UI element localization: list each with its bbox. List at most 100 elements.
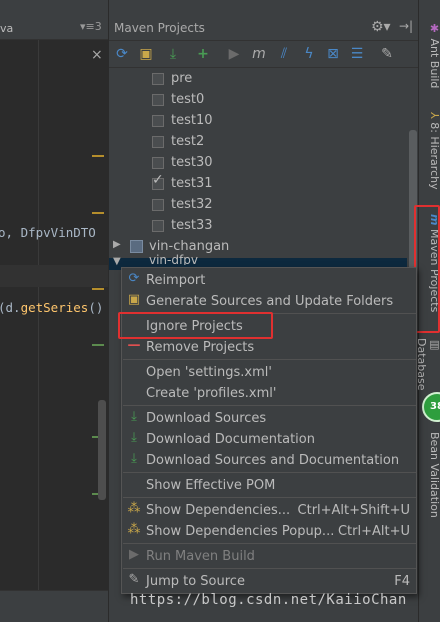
maven-icon[interactable]: m — [249, 44, 269, 64]
profile-item[interactable]: test10 — [109, 111, 407, 132]
menu-item-label: Download Sources and Documentation — [146, 453, 400, 468]
menu-item-jump-to-source[interactable]: ✎ Jump to Source F4 — [122, 571, 416, 592]
collapse-arrow-icon[interactable]: ▼ — [113, 256, 121, 267]
menu-item-label: Show Dependencies Popup... — [146, 524, 335, 539]
checkbox[interactable] — [152, 94, 164, 106]
menu-item-remove-projects[interactable]: — Remove Projects — [122, 337, 416, 358]
menu-item-show-dependencies[interactable]: ⁂ Show Dependencies... Ctrl+Alt+Shift+U — [122, 500, 416, 521]
plus-icon[interactable]: + — [193, 44, 213, 64]
panel-header: Maven Projects ⚙▾ →| — [109, 15, 419, 41]
current-line-highlight — [0, 265, 108, 287]
profile-item[interactable]: ✓ test31 — [109, 172, 407, 195]
jump-icon: ✎ — [128, 572, 140, 587]
menu-item-open-settings[interactable]: Open 'settings.xml' — [122, 362, 416, 383]
ide-window: va ▾≡3 × o, DfpvVinDTO (d.getSeries() Ma… — [0, 0, 440, 622]
expand-arrow-icon[interactable]: ▶ — [113, 239, 121, 250]
checkbox[interactable] — [152, 220, 164, 232]
download-icon: ⤓ — [131, 451, 137, 466]
menu-item-label: Jump to Source — [146, 574, 245, 589]
menu-item-shortcut: Ctrl+Alt+Shift+U — [297, 503, 410, 518]
checkbox[interactable] — [152, 115, 164, 127]
ant-icon: ✱ — [428, 22, 440, 35]
download-icon: ⤓ — [131, 430, 137, 445]
menu-item-create-profiles[interactable]: Create 'profiles.xml' — [122, 383, 416, 404]
refresh-icon[interactable]: ⟳ — [112, 44, 132, 64]
checkbox[interactable] — [152, 157, 164, 169]
change-marker[interactable] — [92, 344, 104, 346]
download-icon[interactable]: ⤓ — [163, 44, 183, 64]
collapse-icon[interactable]: ☰ — [347, 44, 367, 64]
highlight-box — [118, 312, 273, 339]
run-icon[interactable]: ▶ — [224, 44, 244, 64]
warning-marker[interactable] — [92, 288, 104, 290]
method-call: getSeries — [20, 300, 89, 315]
code-line[interactable]: (d.getSeries() — [0, 300, 103, 315]
reimport-icon: ⟳ — [128, 271, 140, 286]
menu-separator — [123, 568, 416, 569]
hide-panel-icon[interactable]: →| — [399, 19, 413, 33]
tab-ant-build[interactable]: ✱ Ant Build — [419, 22, 440, 92]
warning-marker[interactable] — [92, 155, 104, 157]
settings-icon[interactable]: ✎ — [377, 44, 397, 64]
dependencies-icon: ⁂ — [127, 522, 141, 537]
editor-top-bar — [0, 0, 108, 15]
profile-label: test2 — [171, 134, 205, 149]
editor-tab[interactable]: va — [0, 22, 13, 35]
run-icon: ▶ — [129, 547, 139, 562]
watermark: https://blog.csdn.net/KaiioChan — [130, 592, 407, 608]
menu-item-label: Show Effective POM — [146, 478, 276, 493]
menu-item-generate-sources[interactable]: ▣ Generate Sources and Update Folders — [122, 291, 416, 312]
tab-database[interactable]: ▤ Database — [415, 338, 440, 398]
hierarchy-icon: ⅄ — [428, 112, 440, 119]
checkmark-icon: ✓ — [152, 172, 164, 188]
close-icon[interactable]: × — [91, 47, 103, 63]
menu-item-show-effective-pom[interactable]: Show Effective POM — [122, 475, 416, 496]
menu-item-show-dependencies-popup[interactable]: ⁂ Show Dependencies Popup... Ctrl+Alt+U — [122, 521, 416, 542]
skip-tests-icon[interactable]: ⊠ — [323, 44, 343, 64]
profile-item[interactable]: test0 — [109, 90, 407, 111]
profile-item[interactable]: test32 — [109, 195, 407, 216]
editor-gutter — [38, 40, 39, 600]
profile-label: test30 — [171, 155, 213, 170]
profile-item[interactable]: test30 — [109, 153, 407, 174]
lightning-icon[interactable]: ϟ — [299, 44, 319, 64]
module-icon — [130, 240, 143, 253]
toggle-offline-icon[interactable]: ⫽ — [274, 44, 294, 64]
menu-item-label: Download Sources — [146, 411, 267, 426]
module-label: vin-changan — [149, 239, 230, 254]
menu-item-reimport[interactable]: ⟳ Reimport — [122, 270, 416, 291]
editor-scrollbar[interactable] — [98, 400, 106, 500]
menu-item-label: Reimport — [146, 273, 206, 288]
menu-item-download-sources-and-documentation[interactable]: ⤓ Download Sources and Documentation — [122, 450, 416, 471]
checkbox[interactable] — [152, 199, 164, 211]
profile-item[interactable]: pre — [109, 69, 407, 90]
profile-item[interactable]: test33 — [109, 216, 407, 237]
menu-separator — [123, 472, 416, 473]
gear-icon[interactable]: ⚙▾ — [371, 19, 391, 35]
code-line[interactable]: o, DfpvVinDTO — [0, 225, 96, 240]
editor-tab-bar: va ▾≡3 — [0, 15, 108, 40]
checkbox[interactable] — [152, 136, 164, 148]
checkbox[interactable] — [152, 73, 164, 85]
menu-item-run-maven-build[interactable]: ▶ Run Maven Build — [122, 546, 416, 567]
menu-item-download-documentation[interactable]: ⤓ Download Documentation — [122, 429, 416, 450]
menu-item-label: Create 'profiles.xml' — [146, 386, 277, 401]
code-text: () — [88, 300, 104, 315]
code-editor[interactable]: va ▾≡3 × o, DfpvVinDTO (d.getSeries() — [0, 0, 108, 622]
profile-label: test33 — [171, 218, 213, 233]
menu-separator — [123, 405, 416, 406]
tab-bean-validation[interactable]: Bean Validation — [419, 432, 440, 527]
menu-item-label: Generate Sources and Update Folders — [146, 294, 394, 309]
highlight-box — [414, 205, 440, 333]
menu-item-download-sources[interactable]: ⤓ Download Sources — [122, 408, 416, 429]
tab-hierarchy[interactable]: ⅄ 8: Hierarchy — [419, 112, 440, 197]
profile-label: test10 — [171, 113, 213, 128]
editor-status-bar — [0, 590, 108, 622]
tab-label: Ant Build — [428, 38, 440, 89]
profile-item[interactable]: test2 — [109, 132, 407, 153]
profile-label: pre — [171, 71, 193, 86]
tab-label: Bean Validation — [428, 432, 440, 518]
warning-marker[interactable] — [92, 212, 104, 214]
folder-add-icon[interactable]: ▣ — [136, 44, 156, 64]
tab-list-menu-icon[interactable]: ▾≡3 — [80, 20, 102, 33]
